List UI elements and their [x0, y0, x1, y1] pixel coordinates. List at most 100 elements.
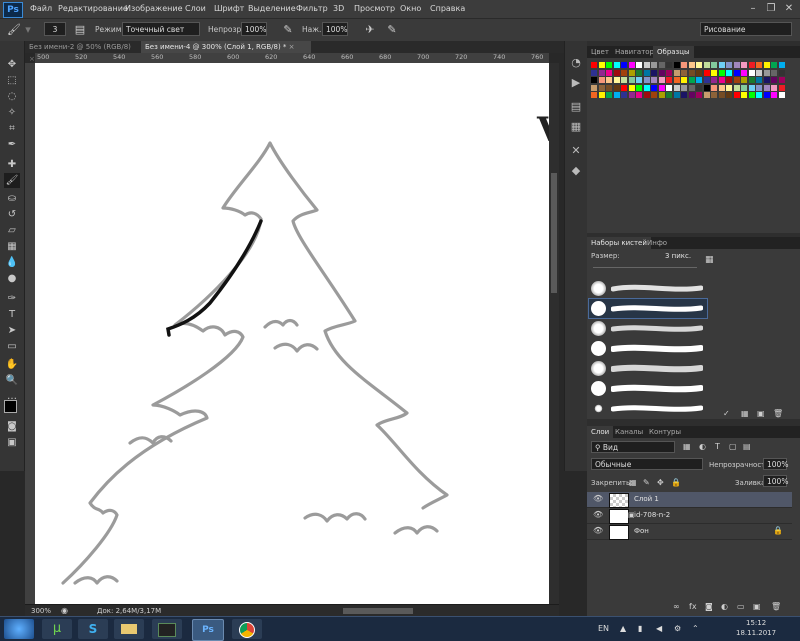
new-brush-icon[interactable]: ▦ [705, 255, 714, 265]
color-swatch[interactable] [778, 84, 785, 91]
healing-brush-tool-icon[interactable]: ✚ [4, 157, 20, 172]
canvas[interactable]: V [35, 63, 549, 604]
color-swatch[interactable] [591, 77, 597, 83]
color-swatch[interactable] [658, 77, 665, 83]
restore-button[interactable]: ❐ [762, 2, 780, 15]
color-swatch[interactable] [771, 77, 777, 83]
layer-opacity-field[interactable]: 100% [763, 458, 788, 470]
filter-pixel-icon[interactable]: ▦ [683, 442, 691, 451]
tab-info[interactable]: Инфо [643, 237, 671, 249]
color-swatch[interactable] [598, 62, 605, 68]
color-swatch[interactable] [748, 84, 755, 91]
brush-size-slider[interactable] [593, 267, 697, 268]
layer-name[interactable]: id-708-n-2 [634, 511, 670, 519]
actions-icon[interactable]: ▶ [568, 75, 584, 91]
brush-tool-icon[interactable]: 🖌 [6, 22, 22, 38]
type-tool-icon[interactable]: T [4, 307, 20, 322]
color-swatch[interactable] [666, 62, 672, 68]
layer-filter-select[interactable]: ⚲ Вид [591, 441, 675, 453]
volume-icon[interactable]: ◀ [656, 624, 662, 633]
color-swatch[interactable] [681, 84, 687, 91]
color-swatch[interactable] [756, 84, 762, 91]
eye-icon[interactable]: 👁 [593, 494, 603, 503]
color-swatch[interactable] [621, 69, 627, 76]
color-swatch[interactable] [666, 69, 672, 76]
color-swatch[interactable] [591, 92, 597, 98]
pen-tool-icon[interactable]: ✑ [4, 291, 20, 306]
path-select-tool-icon[interactable]: ➤ [4, 323, 20, 338]
brush-panel-icon[interactable]: ▤ [72, 22, 88, 38]
color-swatch[interactable] [613, 77, 620, 83]
color-swatch[interactable] [628, 69, 635, 76]
color-swatch[interactable] [696, 69, 702, 76]
scroll-thumb[interactable] [551, 173, 557, 293]
color-swatch[interactable] [733, 62, 740, 68]
trash-icon[interactable]: 🗑 [773, 409, 783, 418]
color-swatch[interactable] [778, 77, 785, 83]
color-swatch[interactable] [718, 92, 725, 98]
lock-pixels-icon[interactable]: ✎ [643, 478, 650, 487]
color-swatch[interactable] [643, 84, 650, 91]
color-swatch[interactable] [606, 62, 612, 68]
brush-preset[interactable] [589, 339, 707, 358]
menu-layers[interactable]: Слои [185, 4, 206, 13]
menu-window[interactable]: Окно [400, 4, 421, 13]
color-swatch[interactable] [696, 77, 702, 83]
color-swatch[interactable] [748, 69, 755, 76]
color-swatch[interactable] [613, 62, 620, 68]
status-info-icon[interactable]: ◉ [61, 606, 68, 615]
color-swatch[interactable] [673, 77, 680, 83]
color-swatch[interactable] [673, 62, 680, 68]
color-swatch[interactable] [703, 92, 710, 98]
tray-expand-icon[interactable]: ⌃ [692, 624, 699, 633]
eyedropper-tool-icon[interactable]: ✒ [4, 137, 20, 152]
color-swatch[interactable] [748, 77, 755, 83]
color-swatch[interactable] [598, 69, 605, 76]
color-swatch[interactable] [681, 62, 687, 68]
eye-icon[interactable]: 👁 [593, 510, 603, 519]
new-group-icon[interactable]: ▭ [737, 602, 745, 611]
color-swatch[interactable] [666, 92, 672, 98]
color-swatch[interactable] [591, 69, 597, 76]
tab-swatches[interactable]: Образцы [653, 46, 694, 58]
color-swatch[interactable] [621, 62, 627, 68]
filter-type-icon[interactable]: T [715, 442, 720, 451]
close-button[interactable]: ✕ [780, 2, 798, 15]
pressure-field[interactable]: 100% [322, 22, 348, 36]
color-swatch[interactable] [696, 62, 702, 68]
foreground-color-swatch[interactable] [4, 400, 17, 413]
minimize-button[interactable]: – [744, 2, 762, 15]
quick-select-tool-icon[interactable]: ✧ [4, 105, 20, 120]
color-swatch[interactable] [726, 92, 732, 98]
eraser-tool-icon[interactable]: ▱ [4, 223, 20, 238]
mode-select[interactable]: Точечный свет [122, 22, 200, 36]
color-swatch[interactable] [711, 62, 717, 68]
color-swatch[interactable] [726, 77, 732, 83]
tab-paths[interactable]: Контуры [645, 426, 685, 438]
color-swatch[interactable] [771, 62, 777, 68]
new-preset-icon[interactable]: ▣ [757, 409, 765, 418]
color-swatch[interactable] [651, 69, 657, 76]
color-swatch[interactable] [606, 77, 612, 83]
color-swatch[interactable] [666, 84, 672, 91]
color-swatch[interactable] [771, 69, 777, 76]
color-swatch[interactable] [733, 69, 740, 76]
color-swatch[interactable] [591, 84, 597, 91]
menu-view[interactable]: Просмотр [354, 4, 395, 13]
layer-row-selected[interactable]: 👁 Слой 1 [587, 492, 792, 508]
color-swatch[interactable] [703, 69, 710, 76]
color-swatch[interactable] [651, 92, 657, 98]
layer-row[interactable]: 👁 Фон 🔒 [587, 524, 792, 540]
color-swatch[interactable] [778, 92, 785, 98]
close-icon[interactable]: × [29, 55, 35, 63]
layer-name[interactable]: Фон [634, 527, 649, 535]
horizontal-scroll-thumb[interactable] [343, 608, 413, 614]
color-swatch[interactable] [613, 84, 620, 91]
color-swatch[interactable] [741, 62, 747, 68]
delete-layer-icon[interactable]: 🗑 [771, 602, 781, 611]
filter-adjustment-icon[interactable]: ◐ [699, 442, 706, 451]
zoom-level[interactable]: 300% [31, 607, 51, 615]
color-swatch[interactable] [666, 77, 672, 83]
crop-tool-icon[interactable]: ⌗ [4, 121, 20, 136]
color-swatch[interactable] [756, 62, 762, 68]
